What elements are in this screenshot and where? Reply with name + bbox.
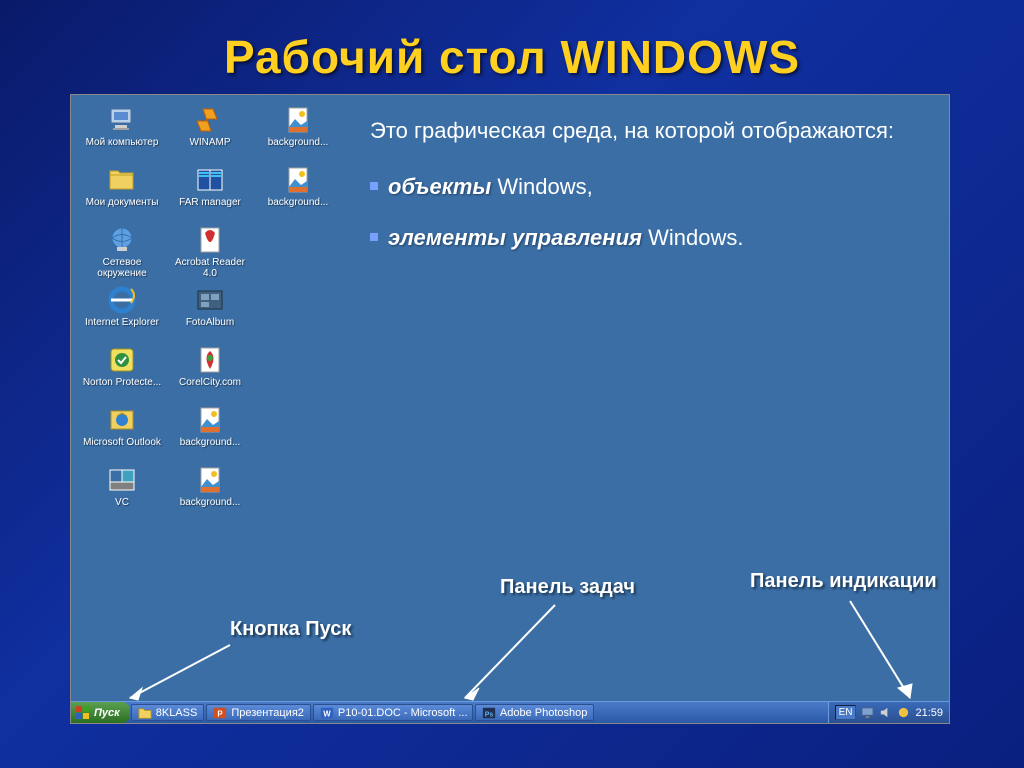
vc-icon bbox=[105, 463, 139, 497]
svg-text:P: P bbox=[218, 709, 223, 718]
language-indicator[interactable]: EN bbox=[835, 705, 857, 720]
bullet-item: объекты Windows, bbox=[370, 172, 930, 202]
annotation-tray: Панель индикации bbox=[750, 570, 937, 593]
icon-label: Norton Protecte... bbox=[83, 377, 161, 399]
icon-label: FotoAlbum bbox=[186, 317, 234, 339]
task-label: Adobe Photoshop bbox=[500, 707, 587, 719]
icon-label: Internet Explorer bbox=[85, 317, 159, 339]
icon-acrobat[interactable]: Acrobat Reader 4.0 bbox=[169, 223, 251, 279]
icon-background[interactable]: background... bbox=[169, 403, 251, 459]
background-icon bbox=[281, 163, 315, 197]
arrow-icon bbox=[455, 600, 575, 705]
bullet-list: объекты Windows, элементы управления Win… bbox=[370, 172, 930, 253]
icon-fotoalbum[interactable]: FotoAlbum bbox=[169, 283, 251, 339]
icon-background[interactable]: background... bbox=[257, 103, 339, 159]
icon-column: background... background... bbox=[257, 103, 339, 519]
icon-my-computer[interactable]: Мой компьютер bbox=[81, 103, 163, 159]
bullet-marker-icon bbox=[370, 182, 378, 190]
bullet-marker-icon bbox=[370, 233, 378, 241]
icon-my-documents[interactable]: Мои документы bbox=[81, 163, 163, 219]
icon-label: VC bbox=[115, 497, 129, 519]
icon-winamp[interactable]: WINAMP bbox=[169, 103, 251, 159]
clock[interactable]: 21:59 bbox=[915, 707, 943, 719]
icon-internet-explorer[interactable]: Internet Explorer bbox=[81, 283, 163, 339]
tray-app-icon[interactable] bbox=[897, 706, 910, 719]
outlook-icon bbox=[105, 403, 139, 437]
arrow-icon bbox=[840, 596, 940, 706]
icon-label: Acrobat Reader 4.0 bbox=[170, 257, 250, 279]
taskbar-item[interactable]: W P10-01.DOC - Microsoft ... bbox=[313, 704, 473, 721]
icon-background[interactable]: background... bbox=[169, 463, 251, 519]
background-icon bbox=[281, 103, 315, 137]
slide-title: Рабочий стол WINDOWS bbox=[0, 0, 1024, 84]
icon-norton[interactable]: Norton Protecte... bbox=[81, 343, 163, 399]
my-computer-icon bbox=[105, 103, 139, 137]
bullet-emphasis: элементы управления bbox=[388, 225, 642, 250]
icon-column: WINAMP FAR manager Acrobat Reader 4.0 bbox=[169, 103, 251, 519]
bullet-item: элементы управления Windows. bbox=[370, 223, 930, 253]
winamp-icon bbox=[193, 103, 227, 137]
my-documents-icon bbox=[105, 163, 139, 197]
icon-grid: Мой компьютер Мои документы Сетевое окру… bbox=[81, 103, 339, 519]
icon-outlook[interactable]: Microsoft Outlook bbox=[81, 403, 163, 459]
background-icon bbox=[193, 463, 227, 497]
fotoalbum-icon bbox=[193, 283, 227, 317]
norton-icon bbox=[105, 343, 139, 377]
task-label: Презентация2 bbox=[231, 707, 304, 719]
svg-text:W: W bbox=[323, 709, 331, 718]
taskbar-item[interactable]: Ps Adobe Photoshop bbox=[475, 704, 594, 721]
annotation-taskbar: Панель задач bbox=[500, 576, 635, 599]
icon-label: CorelCity.com bbox=[179, 377, 241, 399]
bullet-rest: Windows, bbox=[491, 174, 592, 199]
icon-label: Сетевое окружение bbox=[82, 257, 162, 279]
network-places-icon bbox=[105, 223, 139, 257]
far-manager-icon bbox=[193, 163, 227, 197]
word-icon: W bbox=[320, 706, 334, 720]
body-text: Это графическая среда, на которой отобра… bbox=[370, 116, 930, 253]
start-label: Пуск bbox=[94, 707, 120, 719]
annotation-start: Кнопка Пуск bbox=[230, 618, 351, 641]
windows-logo-icon bbox=[75, 705, 91, 721]
icon-label: Мои документы bbox=[86, 197, 159, 219]
bullet-emphasis: объекты bbox=[388, 174, 491, 199]
icon-label: background... bbox=[180, 437, 241, 459]
icon-label: background... bbox=[268, 137, 329, 159]
internet-explorer-icon bbox=[105, 283, 139, 317]
volume-icon[interactable] bbox=[879, 706, 892, 719]
icon-network-places[interactable]: Сетевое окружение bbox=[81, 223, 163, 279]
icon-far[interactable]: FAR manager bbox=[169, 163, 251, 219]
icon-label: background... bbox=[268, 197, 329, 219]
corelcity-icon bbox=[193, 343, 227, 377]
icon-background[interactable]: background... bbox=[257, 163, 339, 219]
icon-corelcity[interactable]: CorelCity.com bbox=[169, 343, 251, 399]
icon-label: Мой компьютер bbox=[86, 137, 159, 159]
photoshop-icon: Ps bbox=[482, 706, 496, 720]
icon-label: background... bbox=[180, 497, 241, 519]
icon-label: Microsoft Outlook bbox=[83, 437, 161, 459]
task-label: P10-01.DOC - Microsoft ... bbox=[338, 707, 468, 719]
icon-vc[interactable]: VC bbox=[81, 463, 163, 519]
arrow-icon bbox=[120, 640, 240, 710]
icon-label: FAR manager bbox=[179, 197, 241, 219]
icon-label: WINAMP bbox=[189, 137, 230, 159]
display-icon[interactable] bbox=[861, 706, 874, 719]
bullet-rest: Windows. bbox=[642, 225, 743, 250]
background-icon bbox=[193, 403, 227, 437]
svg-text:Ps: Ps bbox=[485, 711, 494, 718]
icon-column: Мой компьютер Мои документы Сетевое окру… bbox=[81, 103, 163, 519]
intro-text: Это графическая среда, на которой отобра… bbox=[370, 116, 930, 146]
acrobat-reader-icon bbox=[193, 223, 227, 257]
